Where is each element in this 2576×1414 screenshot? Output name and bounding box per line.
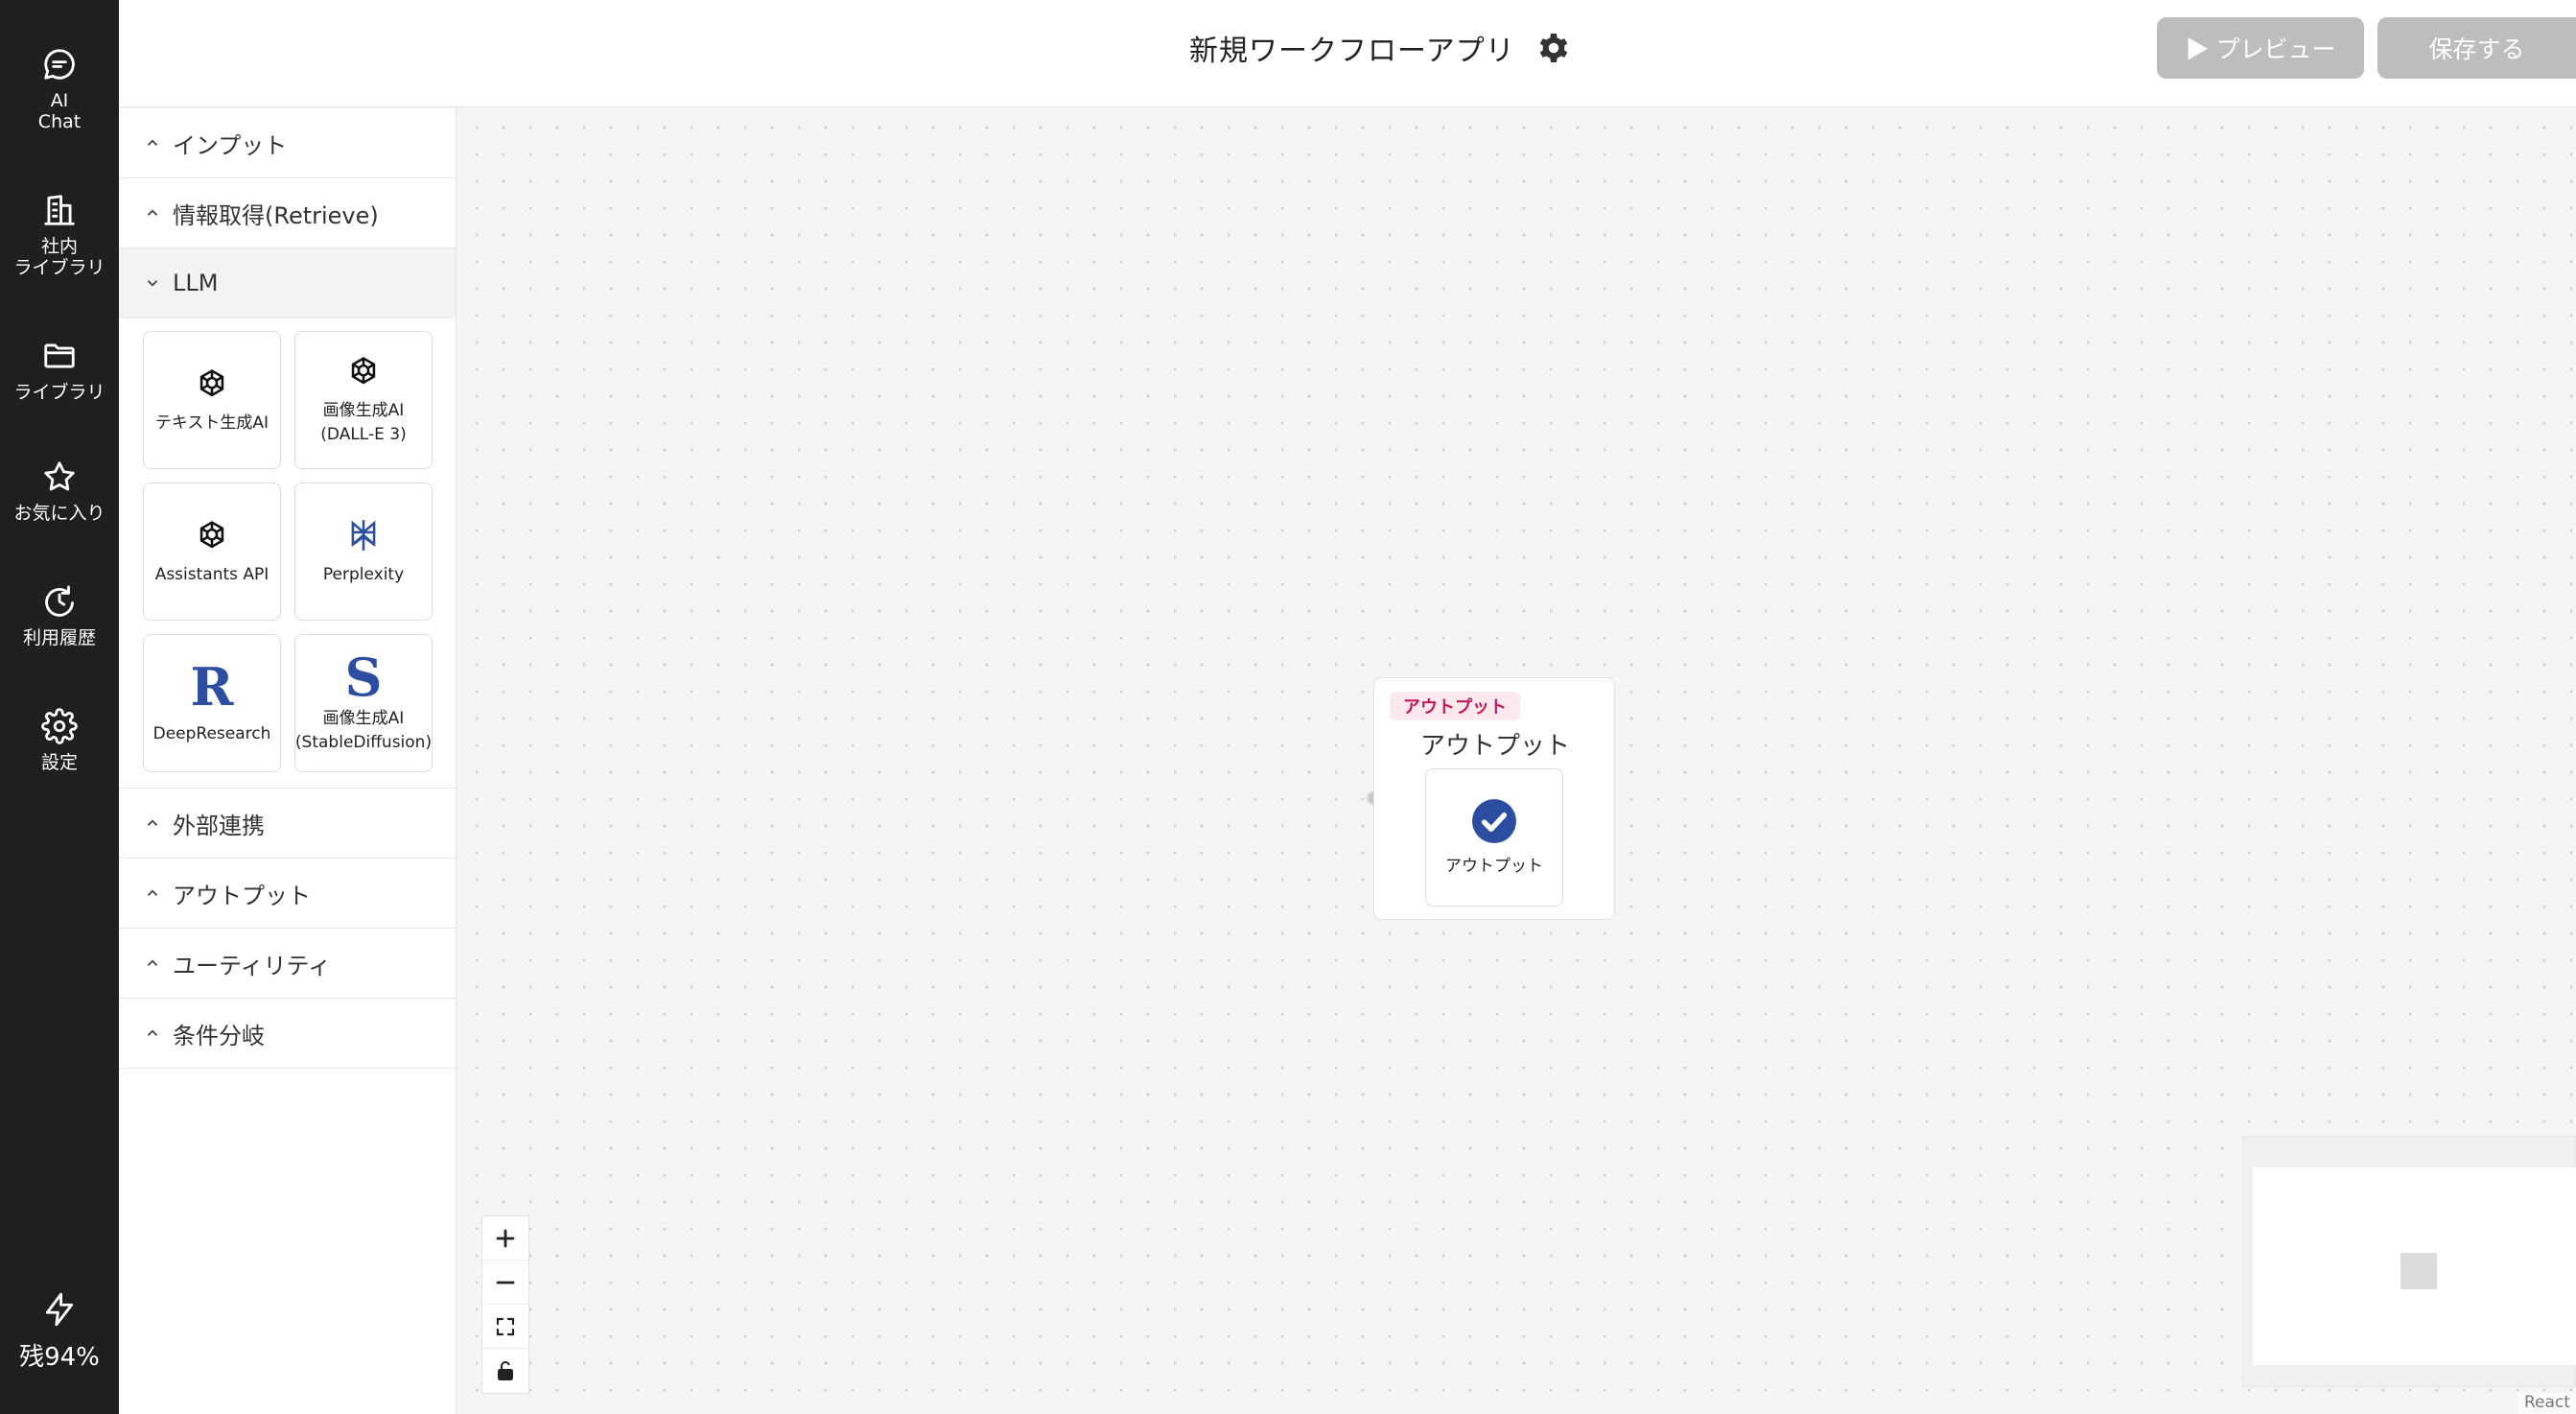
nav-item-ai-chat[interactable]: AI Chat: [0, 46, 119, 132]
history-icon: [45, 585, 74, 617]
tile-label: 画像生成AI (DALL-E 3): [320, 401, 407, 444]
zoom-in-button[interactable]: [482, 1216, 528, 1261]
minimap-viewport: [2253, 1167, 2576, 1365]
title-area: 新規ワークフローアプリ: [1189, 27, 1571, 69]
nav-item-company-library[interactable]: 社内 ライブラリ: [0, 192, 119, 278]
node-palette: インプット 情報取得(Retrieve) LLM テキスト生成AI 画像生成AI…: [119, 108, 457, 1414]
section-branch[interactable]: 条件分岐: [119, 999, 456, 1069]
workflow-canvas[interactable]: アウトプット アウトプット アウトプット React F: [457, 108, 2576, 1414]
nav-item-library[interactable]: ライブラリ: [0, 338, 119, 403]
section-label: 外部連携: [173, 812, 265, 839]
lightning-icon: [45, 1292, 74, 1327]
nav-label: 設定: [40, 752, 78, 773]
nav-item-favorites[interactable]: お気に入り: [0, 459, 119, 524]
top-header: 新規ワークフローアプリ ▶ プレビュー 保存する: [119, 0, 2576, 107]
node-type-badge: アウトプット: [1390, 692, 1520, 720]
plus-icon: [496, 1229, 515, 1247]
chevron-up-icon: [147, 1029, 158, 1036]
page-title: 新規ワークフローアプリ: [1189, 35, 1515, 68]
fit-view-icon: [496, 1317, 515, 1335]
nav-label: 利用履歴: [22, 627, 96, 648]
chevron-up-icon: [147, 959, 158, 966]
section-label: ユーティリティ: [173, 952, 332, 979]
section-label: インプット: [173, 131, 288, 159]
left-nav: AI Chat 社内 ライブラリ ライブラリ お気に入り 利用履歴 設定 残94…: [0, 0, 119, 1414]
tile-perplexity[interactable]: Perplexity: [294, 483, 433, 621]
section-input[interactable]: インプット: [119, 108, 456, 178]
tile-stable-diffusion[interactable]: S 画像生成AI (StableDiffusion): [294, 634, 433, 772]
section-label: LLM: [173, 270, 219, 296]
save-button[interactable]: 保存する: [2377, 17, 2576, 79]
lock-toggle-button[interactable]: [482, 1349, 528, 1393]
nav-label: 社内 ライブラリ: [13, 236, 105, 278]
section-utility[interactable]: ユーティリティ: [119, 929, 456, 999]
tile-deep-research[interactable]: R DeepResearch: [143, 634, 281, 772]
remaining-quota-text: 残94%: [19, 1343, 100, 1372]
letter-r-icon: R: [190, 655, 234, 718]
section-llm[interactable]: LLM: [119, 248, 456, 318]
nav-label: ライブラリ: [13, 382, 105, 403]
tile-image-dalle[interactable]: 画像生成AI (DALL-E 3): [294, 331, 433, 469]
section-output[interactable]: アウトプット: [119, 859, 456, 929]
nav-label: お気に入り: [13, 503, 105, 524]
chevron-up-icon: [147, 209, 158, 216]
node-title: アウトプット: [1419, 732, 1570, 761]
tile-assistants-api[interactable]: Assistants API: [143, 483, 281, 621]
star-icon: [44, 461, 75, 491]
remaining-quota: 残94%: [0, 1291, 119, 1373]
minimap[interactable]: [2242, 1136, 2576, 1387]
chevron-down-icon: [147, 280, 158, 287]
section-label: 条件分岐: [173, 1022, 265, 1049]
chat-bubble-icon: [44, 49, 75, 80]
react-flow-attribution[interactable]: React F: [2518, 1393, 2576, 1414]
section-label: アウトプット: [173, 882, 311, 909]
openai-icon: [199, 368, 224, 396]
output-node-card[interactable]: アウトプット: [1425, 768, 1563, 907]
tile-label: DeepResearch: [152, 723, 271, 743]
nav-item-settings[interactable]: 設定: [0, 708, 119, 773]
section-retrieve[interactable]: 情報取得(Retrieve): [119, 178, 456, 248]
zoom-out-button[interactable]: [482, 1261, 528, 1305]
lock-icon: [498, 1361, 513, 1380]
node-inner-label: アウトプット: [1445, 856, 1543, 876]
section-label: 情報取得(Retrieve): [173, 201, 379, 229]
section-external[interactable]: 外部連携: [119, 789, 456, 859]
tile-label: Perplexity: [322, 564, 405, 584]
output-node[interactable]: アウトプット アウトプット アウトプット: [1373, 677, 1615, 920]
chevron-up-icon: [147, 819, 158, 826]
letter-s-icon: S: [344, 647, 383, 708]
llm-tile-grid: テキスト生成AI 画像生成AI (DALL-E 3) Assistants AP…: [119, 318, 456, 789]
fit-view-button[interactable]: [482, 1305, 528, 1349]
chevron-up-icon: [147, 139, 158, 146]
nav-label: AI Chat: [37, 90, 82, 132]
gear-icon: [41, 708, 78, 744]
building-icon: [44, 195, 75, 225]
minimap-node: [2400, 1253, 2437, 1289]
tile-text-generation[interactable]: テキスト生成AI: [143, 331, 281, 469]
nav-item-history[interactable]: 利用履歴: [0, 583, 119, 648]
openai-icon: [199, 520, 224, 548]
tile-label: テキスト生成AI: [154, 412, 269, 433]
preview-button[interactable]: ▶ プレビュー: [2157, 17, 2364, 79]
perplexity-icon: [351, 519, 376, 551]
tile-label: 画像生成AI (StableDiffusion): [294, 709, 433, 752]
canvas-controls: [481, 1215, 529, 1394]
minus-icon: [496, 1281, 515, 1284]
openai-icon: [351, 357, 376, 385]
chevron-up-icon: [147, 889, 158, 896]
app-settings-gear-icon[interactable]: [1536, 31, 1571, 65]
check-circle-icon: [1472, 798, 1516, 843]
folder-icon: [44, 343, 75, 368]
tile-label: Assistants API: [154, 564, 269, 584]
